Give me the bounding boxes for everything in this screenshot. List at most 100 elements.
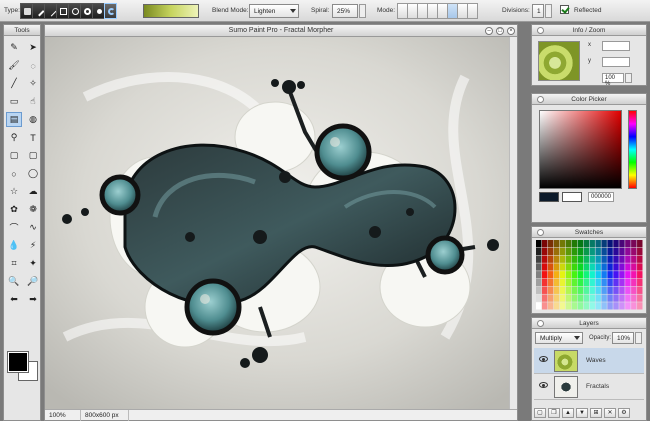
color-swatch[interactable]: [589, 255, 595, 263]
color-swatch[interactable]: [536, 240, 542, 248]
color-swatch[interactable]: [589, 302, 595, 310]
color-swatch[interactable]: [601, 278, 607, 287]
crop-icon[interactable]: ⌗: [6, 256, 22, 271]
shape-icon[interactable]: ✿: [6, 202, 22, 217]
color-swatch[interactable]: [536, 286, 542, 294]
color-swatch[interactable]: [637, 255, 643, 263]
color-swatch[interactable]: [601, 271, 607, 279]
color-swatch[interactable]: [583, 255, 589, 263]
color-swatch[interactable]: [601, 255, 607, 263]
color-swatch[interactable]: [559, 263, 566, 271]
color-swatch[interactable]: [625, 278, 631, 287]
color-swatch[interactable]: [631, 286, 637, 294]
color-swatch[interactable]: [625, 302, 631, 310]
color-swatch[interactable]: [637, 286, 643, 294]
picker-icon[interactable]: ⚡: [25, 238, 41, 253]
color-swatch[interactable]: [559, 247, 566, 256]
fill-icon[interactable]: ◍: [25, 112, 41, 127]
swatch-grid[interactable]: [536, 240, 643, 310]
color-swatch[interactable]: [607, 294, 613, 302]
color-swatch[interactable]: [589, 247, 595, 256]
color-swatch[interactable]: [577, 278, 584, 287]
divisions-input[interactable]: 1: [532, 4, 544, 18]
airbrush-icon[interactable]: ✧: [25, 76, 41, 91]
zoom-field[interactable]: 100 %: [602, 73, 624, 87]
color-swatch[interactable]: [565, 255, 572, 263]
color-swatch[interactable]: [571, 247, 578, 256]
color-swatch[interactable]: [547, 302, 554, 310]
color-swatch[interactable]: [547, 255, 554, 263]
color-swatch[interactable]: [613, 271, 619, 279]
color-swatch[interactable]: [583, 294, 589, 302]
color-swatch[interactable]: [571, 286, 578, 294]
color-swatch[interactable]: [619, 263, 625, 271]
collapse-icon[interactable]: [537, 320, 544, 327]
reflected-checkbox[interactable]: [560, 5, 569, 14]
color-swatch[interactable]: [589, 240, 595, 248]
line-icon[interactable]: ╱: [6, 76, 22, 91]
eye-icon[interactable]: [539, 382, 548, 388]
color-swatch[interactable]: [547, 271, 554, 279]
color-swatch[interactable]: [553, 278, 560, 287]
collapse-icon[interactable]: [537, 96, 544, 103]
color-swatch[interactable]: [571, 271, 578, 279]
color-swatch[interactable]: [577, 263, 584, 271]
color-swatch[interactable]: [553, 286, 560, 294]
color-swatch[interactable]: [541, 286, 548, 294]
color-swatch[interactable]: [619, 294, 625, 302]
color-swatch[interactable]: [536, 247, 542, 256]
color-swatch[interactable]: [607, 286, 613, 294]
maximize-icon[interactable]: □: [496, 27, 504, 35]
color-swatch[interactable]: [619, 286, 625, 294]
color-swatch[interactable]: [631, 263, 637, 271]
text-icon[interactable]: T: [25, 130, 41, 145]
drop-icon[interactable]: 💧: [6, 238, 22, 253]
color-swatch[interactable]: [565, 240, 572, 248]
color-swatch[interactable]: [607, 278, 613, 287]
color-swatch[interactable]: [625, 294, 631, 302]
color-swatch[interactable]: [541, 240, 548, 248]
layer-blend-select[interactable]: Multiply: [535, 332, 583, 344]
color-swatch[interactable]: [583, 302, 589, 310]
redo-icon[interactable]: ➡: [25, 292, 41, 307]
color-swatch[interactable]: [571, 278, 578, 287]
color-swatch[interactable]: [607, 247, 613, 256]
color-swatch[interactable]: [595, 263, 601, 271]
color-swatch[interactable]: [601, 294, 607, 302]
color-swatch[interactable]: [559, 294, 566, 302]
color-swatch[interactable]: [547, 263, 554, 271]
color-swatch[interactable]: [553, 240, 560, 248]
color-swatch[interactable]: [577, 271, 584, 279]
color-swatch[interactable]: [631, 240, 637, 248]
cloud-icon[interactable]: ☁: [25, 184, 41, 199]
color-swatch[interactable]: [559, 240, 566, 248]
smudge-icon[interactable]: ☝: [25, 94, 41, 109]
opacity-input[interactable]: 10%: [612, 332, 634, 344]
collapse-icon[interactable]: [537, 27, 544, 34]
color-swatch[interactable]: [595, 255, 601, 263]
eye-icon[interactable]: [539, 356, 548, 362]
color-swatch[interactable]: [607, 302, 613, 310]
curve-icon[interactable]: ⌒: [6, 220, 22, 235]
color-swatch[interactable]: [589, 286, 595, 294]
color-swatch[interactable]: [536, 263, 542, 271]
color-swatch[interactable]: [553, 302, 560, 310]
color-swatch[interactable]: [619, 240, 625, 248]
new-layer-icon[interactable]: ▢: [534, 408, 546, 418]
hex-color-input[interactable]: 000000: [588, 192, 614, 202]
color-swatch[interactable]: [583, 263, 589, 271]
color-swatch[interactable]: [595, 247, 601, 256]
saturation-brightness-square[interactable]: [539, 110, 622, 189]
color-swatch[interactable]: [565, 271, 572, 279]
color-swatch[interactable]: [571, 294, 578, 302]
color-swatch[interactable]: [536, 302, 542, 310]
color-swatch[interactable]: [589, 278, 595, 287]
color-swatch[interactable]: [589, 271, 595, 279]
color-swatch[interactable]: [595, 278, 601, 287]
color-swatch[interactable]: [619, 302, 625, 310]
color-swatch[interactable]: [547, 240, 554, 248]
foreground-color-swatch[interactable]: [7, 351, 29, 373]
spline-icon[interactable]: ∿: [25, 220, 41, 235]
color-swatch[interactable]: [553, 247, 560, 256]
color-swatch[interactable]: [577, 286, 584, 294]
